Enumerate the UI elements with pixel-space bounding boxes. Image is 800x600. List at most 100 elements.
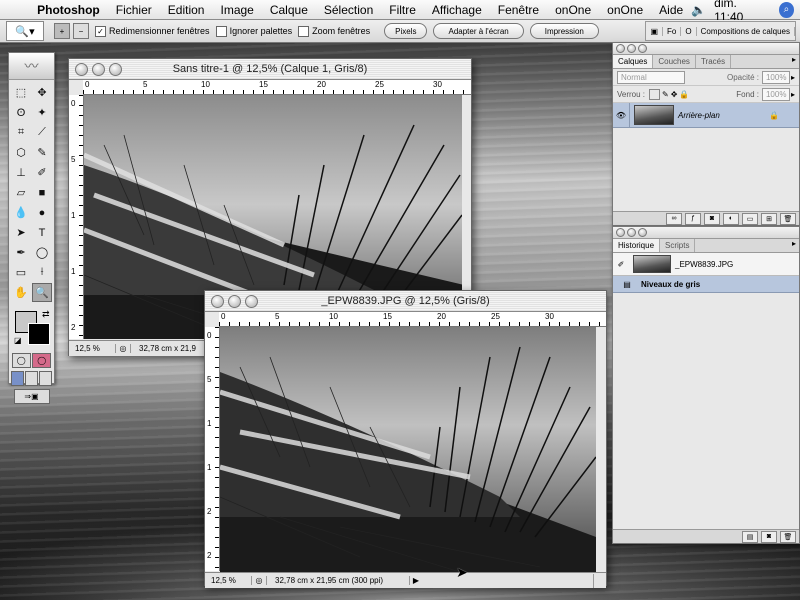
quick-mask-icon[interactable]: ◯: [32, 353, 52, 368]
panel-menu-icon[interactable]: ▸: [789, 55, 799, 68]
tab-couches[interactable]: Couches: [653, 55, 696, 68]
menu-onone-2[interactable]: onOne: [599, 3, 651, 17]
well-tab-compositions[interactable]: Compositions de calques: [697, 26, 795, 36]
eyedropper-icon[interactable]: ⟊: [32, 263, 52, 282]
fill-arrow-icon[interactable]: ▸: [791, 90, 795, 99]
brush-tool-icon[interactable]: ✎: [32, 143, 52, 162]
zoom-level[interactable]: 12,5 %: [205, 576, 252, 585]
pixels-button[interactable]: Pixels: [384, 23, 428, 39]
lock-pixels-icon[interactable]: ✎: [662, 90, 669, 99]
shape-tool-icon[interactable]: ◯: [32, 243, 52, 262]
volume-icon[interactable]: 🔈: [691, 3, 706, 17]
delete-layer-icon[interactable]: 🗑: [780, 212, 796, 225]
history-step-row[interactable]: ▤ Niveaux de gris: [613, 276, 799, 293]
layer-style-icon[interactable]: ƒ: [685, 212, 701, 225]
menu-aide[interactable]: Aide: [651, 3, 691, 17]
gradient-tool-icon[interactable]: ■: [32, 183, 52, 202]
tab-historique[interactable]: Historique: [613, 239, 661, 252]
lock-position-icon[interactable]: ✥: [671, 90, 678, 99]
horizontal-ruler[interactable]: 0 5 10 15 20 25 30: [83, 80, 471, 95]
close-button[interactable]: [616, 44, 625, 53]
slice-tool-icon[interactable]: ⟋: [32, 123, 52, 142]
standard-mode-icon[interactable]: ◯: [11, 353, 31, 368]
link-layers-icon[interactable]: ∞: [666, 212, 682, 225]
minimize-button[interactable]: [92, 62, 105, 76]
print-size-button[interactable]: Impression: [529, 23, 599, 39]
default-colors-icon[interactable]: ◪: [14, 336, 22, 345]
resize-windows-checkbox[interactable]: ✓ Redimensionner fenêtres: [95, 25, 210, 37]
lock-all-icon[interactable]: 🔒: [679, 90, 689, 99]
lasso-tool-icon[interactable]: ʘ: [11, 103, 31, 122]
panel-title-bar[interactable]: [613, 227, 799, 239]
opacity-field[interactable]: 100%: [761, 70, 790, 84]
menu-filtre[interactable]: Filtre: [381, 3, 424, 17]
tab-traces[interactable]: Tracés: [696, 55, 732, 68]
layer-row-background[interactable]: 👁 Arrière-plan 🔒: [613, 103, 799, 128]
fit-screen-button[interactable]: Adapter à l'écran: [433, 23, 524, 39]
magic-wand-icon[interactable]: ✦: [32, 103, 52, 122]
well-tab-o[interactable]: O: [681, 26, 697, 36]
menu-fichier[interactable]: Fichier: [108, 3, 160, 17]
minimize-button[interactable]: [627, 44, 636, 53]
spotlight-icon[interactable]: ⌕: [778, 1, 794, 18]
menu-app[interactable]: Photoshop: [29, 3, 108, 17]
hand-tool-icon[interactable]: ✋: [11, 283, 31, 302]
minimize-button[interactable]: [228, 294, 241, 308]
history-snapshot-row[interactable]: ✐ _EPW8839.JPG: [613, 253, 799, 276]
menu-image[interactable]: Image: [212, 3, 261, 17]
tab-calques[interactable]: Calques: [613, 55, 654, 68]
title-bar[interactable]: _EPW8839.JPG @ 12,5% (Gris/8): [205, 291, 606, 312]
background-color[interactable]: [28, 323, 50, 345]
menu-fenetre[interactable]: Fenêtre: [490, 3, 547, 17]
history-brush-source-icon[interactable]: ✐: [613, 260, 629, 269]
screen-mode-full-menu-icon[interactable]: [24, 371, 38, 386]
title-bar[interactable]: Sans titre-1 @ 12,5% (Calque 1, Gris/8): [69, 59, 471, 80]
zoom-out-icon[interactable]: −: [73, 23, 89, 39]
stamp-tool-icon[interactable]: ⊥: [11, 163, 31, 182]
horizontal-ruler[interactable]: 0 5 10 15 20 25 30: [219, 312, 606, 327]
zoom-windows-checkbox[interactable]: Zoom fenêtres: [298, 25, 370, 37]
status-arrow-icon[interactable]: ▶: [410, 576, 422, 585]
tab-scripts[interactable]: Scripts: [660, 239, 696, 252]
delete-state-icon[interactable]: 🗑: [780, 530, 796, 543]
move-tool-icon[interactable]: ✥: [32, 83, 52, 102]
minimize-button[interactable]: [627, 228, 636, 237]
menu-selection[interactable]: Sélection: [316, 3, 381, 17]
new-layer-icon[interactable]: ⊞: [761, 212, 777, 225]
jump-to-imageready-icon[interactable]: ⇒▣: [13, 389, 50, 404]
close-button[interactable]: [211, 294, 224, 308]
vertical-ruler[interactable]: 0 5 1 1 2: [69, 95, 84, 339]
lock-transparency-icon[interactable]: [649, 88, 661, 100]
close-button[interactable]: [616, 228, 625, 237]
blend-mode-select[interactable]: Normal: [617, 70, 685, 84]
adjustment-layer-icon[interactable]: ◐: [723, 212, 739, 225]
menu-calque[interactable]: Calque: [262, 3, 316, 17]
close-button[interactable]: [75, 62, 88, 76]
menu-onone-1[interactable]: onOne: [547, 3, 599, 17]
new-snapshot-icon[interactable]: ◙: [761, 530, 777, 543]
swap-colors-icon[interactable]: ⇄: [42, 309, 50, 320]
menu-affichage[interactable]: Affichage: [424, 3, 490, 17]
status-menu-icon[interactable]: ◎: [116, 344, 131, 353]
crop-tool-icon[interactable]: ⌗: [11, 123, 31, 142]
blur-tool-icon[interactable]: 💧: [11, 203, 31, 222]
document-canvas[interactable]: [220, 327, 596, 572]
vertical-ruler[interactable]: 0 5 1 1 2 2: [205, 327, 220, 571]
zoom-button[interactable]: [638, 44, 647, 53]
zoom-button[interactable]: [638, 228, 647, 237]
fill-field[interactable]: 100%: [761, 87, 790, 101]
dodge-tool-icon[interactable]: ●: [32, 203, 52, 222]
resize-grip-icon[interactable]: [593, 573, 606, 588]
screen-mode-standard-icon[interactable]: [11, 371, 25, 386]
ignore-palettes-checkbox[interactable]: Ignorer palettes: [215, 25, 292, 37]
pen-tool-icon[interactable]: ✒: [11, 243, 31, 262]
status-menu-icon[interactable]: ◎: [252, 576, 267, 585]
panel-title-bar[interactable]: [613, 43, 799, 55]
eraser-tool-icon[interactable]: ▱: [11, 183, 31, 202]
zoom-tool-icon[interactable]: 🔍: [32, 283, 52, 302]
screen-mode-full-icon[interactable]: [38, 371, 52, 386]
opacity-arrow-icon[interactable]: ▸: [791, 73, 795, 82]
zoom-level[interactable]: 12,5 %: [69, 344, 116, 353]
menu-edition[interactable]: Edition: [160, 3, 213, 17]
well-icon-1[interactable]: ▣: [646, 26, 664, 36]
